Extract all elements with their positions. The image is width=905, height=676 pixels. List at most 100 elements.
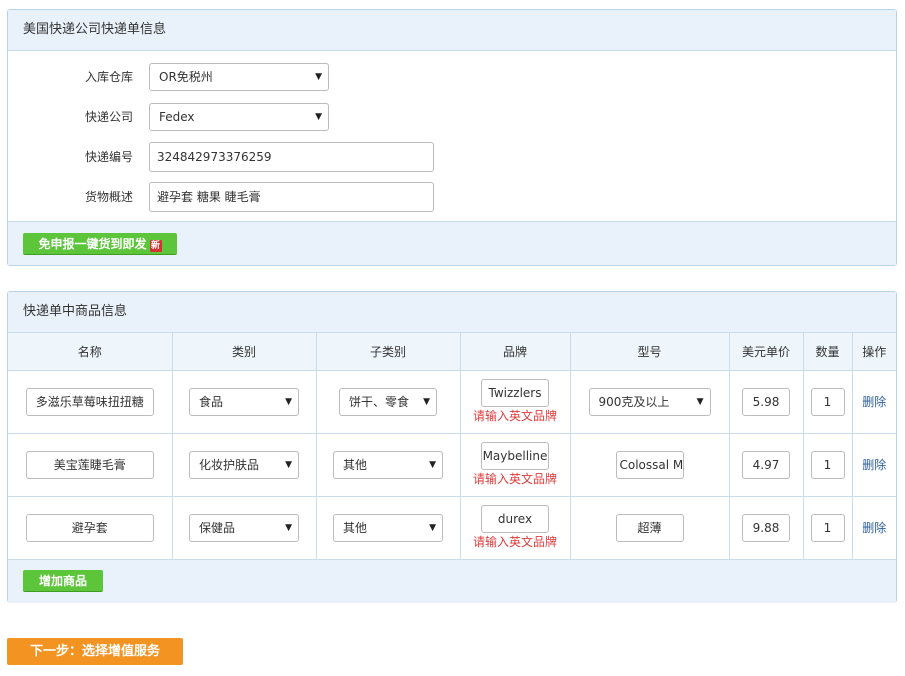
category-select[interactable]: 保健品 ▼ <box>189 513 299 542</box>
carrier-select[interactable]: Fedex ▼ <box>149 103 329 131</box>
brand-cell: Twizzlers 请输入英文品牌 <box>460 370 571 434</box>
price-input[interactable]: 9.88 <box>742 513 790 542</box>
quantity-input[interactable]: 1 <box>810 387 845 416</box>
quantity-input[interactable]: 1 <box>810 513 845 542</box>
product-name-input[interactable]: 美宝莲睫毛膏 <box>25 450 154 479</box>
category-cell: 保健品 ▼ <box>172 496 317 560</box>
quick-ship-label: 免申报一键货到即发 <box>38 237 147 251</box>
brand-input[interactable]: Maybelline <box>480 442 549 470</box>
table-row: 避孕套 保健品 ▼ 其他 ▼ durex 请输入英文品牌 超薄 9.88 1 删… <box>8 496 896 560</box>
action-cell: 删除 <box>852 370 896 434</box>
warehouse-select[interactable]: OR免税州 ▼ <box>149 63 329 91</box>
name-cell: 美宝莲睫毛膏 <box>8 433 173 497</box>
price-input[interactable]: 5.98 <box>742 387 790 416</box>
model-input[interactable]: Colossal M <box>615 450 684 479</box>
column-header: 美元单价 <box>729 333 804 371</box>
column-header: 名称 <box>8 333 173 371</box>
express-info-title: 美国快递公司快递单信息 <box>8 10 896 51</box>
carrier-label: 快递公司 <box>84 110 133 124</box>
subcategory-select[interactable]: 饼干、零食 ▼ <box>339 387 437 416</box>
goods-description-input[interactable]: 避孕套 糖果 睫毛膏 <box>149 182 434 212</box>
quick-ship-button[interactable]: 免申报一键货到即发新 <box>23 233 177 255</box>
product-name-input[interactable]: 避孕套 <box>25 513 154 542</box>
chevron-down-icon: ▼ <box>315 112 322 122</box>
brand-cell: Maybelline 请输入英文品牌 <box>460 433 571 497</box>
column-header: 型号 <box>570 333 730 371</box>
carrier-row: 快递公司 Fedex ▼ <box>8 103 896 131</box>
action-cell: 删除 <box>852 496 896 560</box>
brand-input[interactable]: Twizzlers <box>480 379 549 407</box>
express-info-panel: 美国快递公司快递单信息 入库仓库 OR免税州 ▼ 快递公司 Fedex ▼ 快递… <box>7 9 897 266</box>
delete-link[interactable]: 删除 <box>862 458 886 472</box>
model-cell: 900克及以上 ▼ <box>570 370 730 434</box>
column-header: 操作 <box>852 333 896 371</box>
brand-warning: 请输入英文品牌 <box>472 535 557 549</box>
delete-link[interactable]: 删除 <box>862 521 886 535</box>
table-header-row: 名称 类别 子类别 品牌 型号 美元单价 数量 操作 <box>8 333 896 371</box>
name-cell: 避孕套 <box>8 496 173 560</box>
price-input[interactable]: 4.97 <box>742 450 790 479</box>
next-step-button[interactable]: 下一步：选择增值服务 <box>7 638 183 665</box>
model-value: 900克及以上 <box>598 394 670 409</box>
chevron-down-icon: ▼ <box>429 459 436 470</box>
brand-group: Maybelline 请输入英文品牌 <box>473 442 557 487</box>
subcategory-select[interactable]: 其他 ▼ <box>333 513 443 542</box>
goods-info-title: 快递单中商品信息 <box>8 292 896 333</box>
subcategory-select[interactable]: 其他 ▼ <box>333 450 443 479</box>
chevron-down-icon: ▼ <box>285 396 292 407</box>
name-cell: 多滋乐草莓味扭扭糖 <box>8 370 173 434</box>
tracking-number-input[interactable]: 324842973376259 <box>149 142 434 172</box>
qty-cell: 1 <box>803 370 853 434</box>
category-cell: 食品 ▼ <box>172 370 317 434</box>
subcategory-cell: 其他 ▼ <box>316 496 461 560</box>
brand-group: durex 请输入英文品牌 <box>473 505 557 550</box>
carrier-value: Fedex <box>159 110 195 124</box>
brand-input[interactable]: durex <box>480 505 549 533</box>
price-cell: 4.97 <box>729 433 804 497</box>
warehouse-label: 入库仓库 <box>84 70 133 84</box>
action-cell: 删除 <box>852 433 896 497</box>
category-value: 食品 <box>199 394 224 409</box>
description-label: 货物概述 <box>84 190 133 204</box>
model-cell: Colossal M <box>570 433 730 497</box>
table-row: 美宝莲睫毛膏 化妆护肤品 ▼ 其他 ▼ Maybelline 请输入英文品牌 C… <box>8 433 896 497</box>
tracking-label: 快递编号 <box>84 150 133 164</box>
subcategory-value: 其他 <box>343 457 368 472</box>
category-select[interactable]: 化妆护肤品 ▼ <box>189 450 299 479</box>
chevron-down-icon: ▼ <box>423 396 430 407</box>
subcategory-cell: 饼干、零食 ▼ <box>316 370 461 434</box>
add-product-button[interactable]: 增加商品 <box>23 570 103 592</box>
tracking-row: 快递编号 324842973376259 <box>8 142 896 172</box>
goods-info-panel: 快递单中商品信息 名称 类别 子类别 品牌 型号 美元单价 数量 操作 多滋乐草… <box>7 291 897 603</box>
chevron-down-icon: ▼ <box>285 459 292 470</box>
chevron-down-icon: ▼ <box>696 396 704 407</box>
qty-cell: 1 <box>803 433 853 497</box>
qty-cell: 1 <box>803 496 853 560</box>
chevron-down-icon: ▼ <box>315 72 322 82</box>
express-info-footer: 免申报一键货到即发新 <box>8 221 896 265</box>
warehouse-row: 入库仓库 OR免税州 ▼ <box>8 63 896 91</box>
category-cell: 化妆护肤品 ▼ <box>172 433 317 497</box>
new-badge-icon: 新 <box>149 240 162 252</box>
warehouse-value: OR免税州 <box>159 70 213 84</box>
column-header: 数量 <box>803 333 853 371</box>
price-cell: 5.98 <box>729 370 804 434</box>
category-value: 化妆护肤品 <box>199 457 260 472</box>
column-header: 类别 <box>172 333 317 371</box>
quantity-input[interactable]: 1 <box>810 450 845 479</box>
column-header: 品牌 <box>460 333 571 371</box>
brand-group: Twizzlers 请输入英文品牌 <box>473 379 557 424</box>
category-value: 保健品 <box>199 520 236 535</box>
model-input[interactable]: 超薄 <box>615 513 684 542</box>
goods-info-footer: 增加商品 <box>8 559 896 603</box>
subcategory-value: 其他 <box>343 520 368 535</box>
chevron-down-icon: ▼ <box>429 522 436 533</box>
subcategory-value: 饼干、零食 <box>349 394 410 409</box>
delete-link[interactable]: 删除 <box>862 395 886 409</box>
model-select[interactable]: 900克及以上 ▼ <box>588 387 711 416</box>
category-select[interactable]: 食品 ▼ <box>189 387 299 416</box>
model-cell: 超薄 <box>570 496 730 560</box>
brand-warning: 请输入英文品牌 <box>472 472 557 486</box>
product-name-input[interactable]: 多滋乐草莓味扭扭糖 <box>25 387 154 416</box>
brand-warning: 请输入英文品牌 <box>472 409 557 423</box>
